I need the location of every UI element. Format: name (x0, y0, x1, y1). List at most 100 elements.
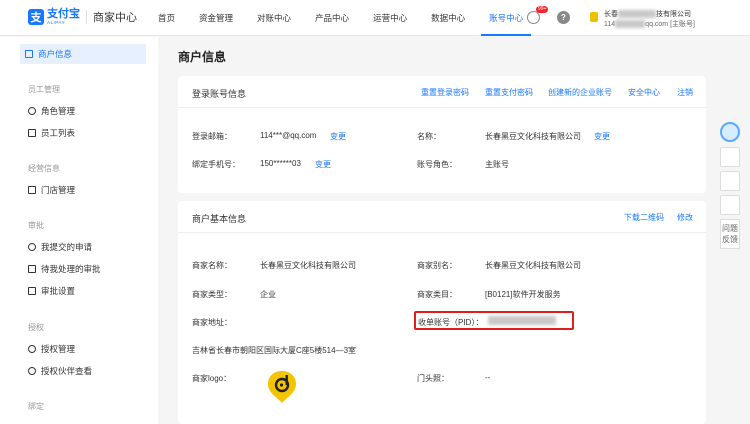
category-value: [B0121]软件开发服务 (485, 290, 561, 299)
user-name-suffix: 技有限公司 (656, 11, 691, 18)
login-card-title: 登录账号信息 (192, 89, 247, 99)
page-title: 商户信息 (178, 50, 227, 64)
nav-home[interactable]: 首页 (150, 0, 183, 36)
sidebar-item-label: 角色管理 (41, 106, 76, 116)
settings-icon (28, 287, 36, 295)
sidebar-item-auth-management[interactable]: 授权管理 (28, 339, 75, 359)
nav-reconciliation[interactable]: 对账中心 (249, 0, 299, 36)
sidebar-item-roles[interactable]: 角色管理 (28, 101, 75, 121)
name-label: 名称： (417, 132, 441, 141)
email-label: 登录邮箱： (192, 132, 232, 141)
sidebar-item-auth-partners[interactable]: 授权伙伴查看 (28, 361, 92, 381)
feedback-button[interactable]: 问题反馈 (720, 219, 740, 249)
category-label: 商家类目： (417, 290, 457, 299)
new-icon[interactable] (720, 195, 740, 215)
email-value: 114***@qq.com (260, 131, 317, 140)
notification-badge: 99+ (536, 6, 549, 13)
key-icon (28, 345, 36, 353)
reset-pay-password-link[interactable]: 重置支付密码 (485, 87, 533, 98)
create-business-account-link[interactable]: 创建新的企业账号 (548, 87, 612, 98)
alias-label: 商家别名： (417, 261, 457, 270)
type-value: 企业 (260, 290, 276, 299)
logo-separator (86, 10, 87, 25)
alipay-logo-mark: 支 (28, 9, 44, 26)
logo-label: 商家logo： (192, 374, 232, 383)
merchant-icon (590, 12, 598, 22)
main-nav: 首页 资金管理 对账中心 产品中心 运营中心 数据中心 账号中心 (150, 0, 539, 36)
sidebar-group-binding: 绑定 (28, 402, 44, 411)
sidebar-item-label: 商户信息 (38, 49, 73, 59)
download-qrcode-link[interactable]: 下载二维码 (624, 212, 664, 223)
edit-link[interactable]: 修改 (677, 212, 693, 223)
store-icon (28, 186, 36, 194)
app-title: 商家中心 (93, 12, 137, 25)
shopfront-label: 门头照： (417, 374, 449, 383)
nav-funds[interactable]: 资金管理 (191, 0, 241, 36)
chat-icon[interactable] (720, 171, 740, 191)
nav-account-center[interactable]: 账号中心 (481, 0, 532, 36)
phone-change-link[interactable]: 变更 (315, 159, 331, 170)
role-label: 账号角色： (417, 160, 457, 169)
shopfront-value: -- (485, 373, 491, 382)
sidebar-group-authorization: 授权 (28, 323, 44, 332)
deregister-link[interactable]: 注销 (677, 87, 693, 98)
address-value: 吉林省长春市朝阳区国际大厦C座5楼514—3室 (192, 346, 357, 355)
sidebar-item-label: 待我处理的审批 (41, 264, 101, 274)
address-label: 商家地址： (192, 318, 232, 327)
sidebar-item-merchant-info[interactable]: 商户信息 (20, 44, 146, 64)
sidebar-group-approval: 审批 (28, 221, 44, 230)
sidebar-group-staff: 员工管理 (28, 85, 60, 94)
email-change-link[interactable]: 变更 (330, 131, 346, 142)
merchant-basic-info-card: 商户基本信息 下载二维码 修改 商家名称： 长春黑豆文化科技有限公司 商家别名：… (178, 201, 706, 424)
sidebar-item-approval-settings[interactable]: 审批设置 (28, 281, 75, 301)
document-icon (25, 50, 33, 58)
nav-products[interactable]: 产品中心 (307, 0, 357, 36)
robot-assistant-icon[interactable] (720, 122, 740, 142)
login-account-card: 登录账号信息 重置登录密码 重置支付密码 创建新的企业账号 安全中心 注销 登录… (178, 76, 706, 193)
pid-value-blurred (488, 316, 556, 325)
heart-icon (28, 367, 36, 375)
user-email-suffix: qq.com [主账号] (645, 21, 695, 28)
sidebar-item-pending-approvals[interactable]: 待我处理的审批 (28, 259, 101, 279)
user-name[interactable]: 长春 技有限公司 (604, 9, 691, 19)
sidebar-item-label: 我提交的申请 (41, 242, 93, 252)
logo-en: ALIPAY (47, 20, 66, 25)
phone-label: 绑定手机号： (192, 160, 240, 169)
user-account[interactable]: 114 qq.com [主账号] (604, 19, 695, 29)
sidebar: 商户信息 员工管理 角色管理 员工列表 经营信息 门店管理 审批 我提交的申请 … (0, 37, 158, 424)
alias-value: 长春黑豆文化科技有限公司 (485, 261, 581, 270)
inbox-icon (28, 265, 36, 273)
user-icon (28, 107, 36, 115)
sidebar-item-staff-list[interactable]: 员工列表 (28, 123, 75, 143)
user-name-prefix: 长春 (604, 11, 618, 18)
user-email-blur (615, 20, 646, 29)
sidebar-item-label: 门店管理 (41, 185, 76, 195)
sidebar-item-label: 授权伙伴查看 (41, 366, 93, 376)
nav-operations[interactable]: 运营中心 (365, 0, 415, 36)
type-label: 商家类型： (192, 290, 232, 299)
alipay-logo[interactable]: 支 支付宝 ALIPAY 商家中心 (28, 9, 137, 26)
reset-login-password-link[interactable]: 重置登录密码 (421, 87, 469, 98)
role-value: 主账号 (485, 160, 509, 169)
top-bar: 支 支付宝 ALIPAY 商家中心 首页 资金管理 对账中心 产品中心 运营中心… (0, 0, 750, 36)
headset-icon[interactable] (720, 147, 740, 167)
sidebar-item-label: 授权管理 (41, 344, 76, 354)
merchant-card-title: 商户基本信息 (192, 214, 247, 224)
security-center-link[interactable]: 安全中心 (628, 87, 660, 98)
sidebar-item-my-requests[interactable]: 我提交的申请 (28, 237, 92, 257)
login-card-header: 登录账号信息 重置登录密码 重置支付密码 创建新的企业账号 安全中心 注销 (178, 76, 706, 108)
name-change-link[interactable]: 变更 (594, 131, 610, 142)
help-icon[interactable]: ? (557, 11, 570, 24)
pid-label: 收单账号（PID）： (418, 318, 484, 327)
alipay-logo-text: 支付宝 ALIPAY (47, 9, 80, 26)
merchant-name-label: 商家名称： (192, 261, 232, 270)
name-value: 长春黑豆文化科技有限公司 (485, 132, 581, 141)
sidebar-item-label: 审批设置 (41, 286, 76, 296)
nav-data[interactable]: 数据中心 (423, 0, 473, 36)
logo-cn: 支付宝 (47, 8, 80, 20)
phone-value: 150******03 (260, 159, 301, 168)
sidebar-item-stores[interactable]: 门店管理 (28, 180, 75, 200)
send-icon (28, 243, 36, 251)
merchant-logo-image (268, 371, 296, 403)
user-name-blur (618, 10, 656, 19)
